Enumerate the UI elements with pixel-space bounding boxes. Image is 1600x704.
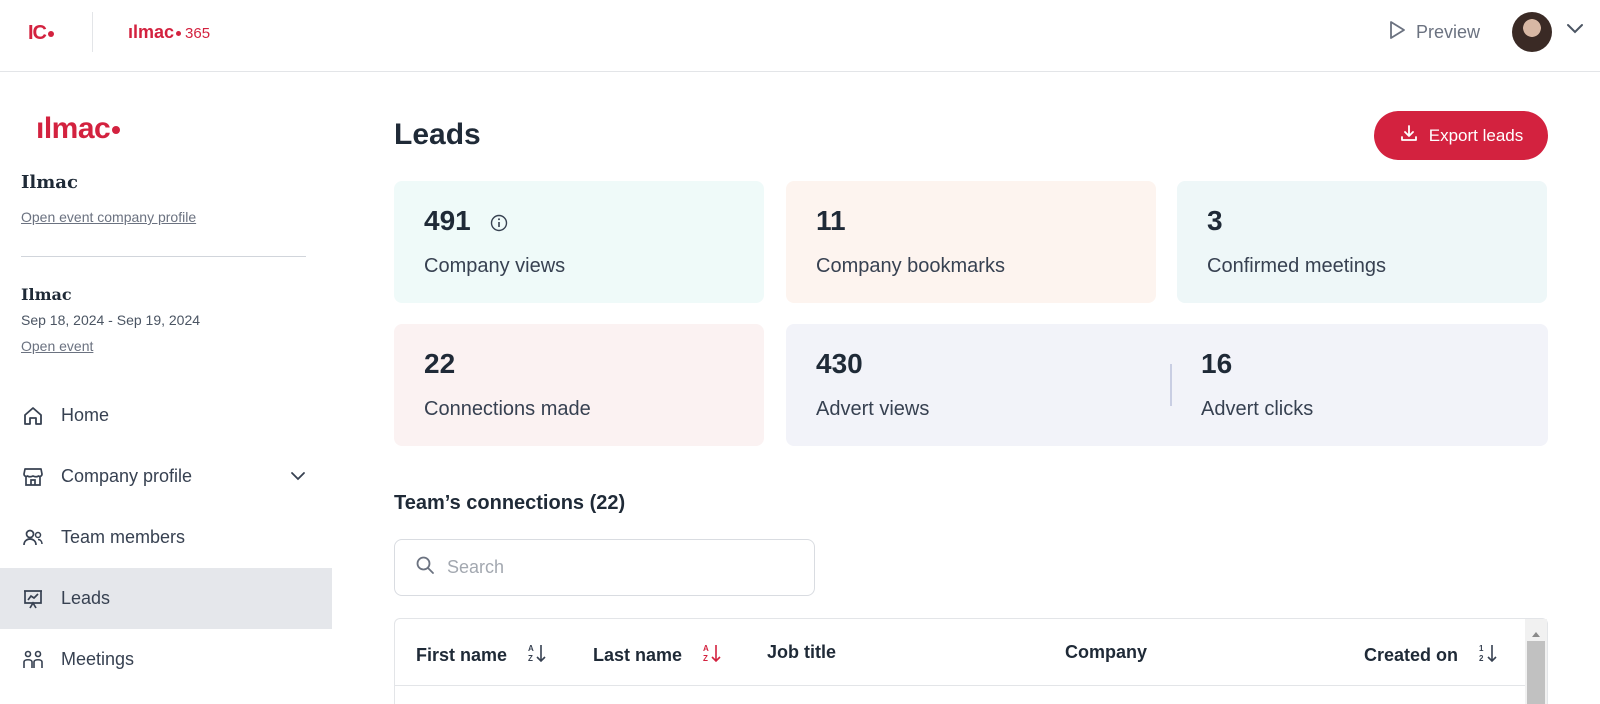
svg-text:2: 2 xyxy=(1479,654,1484,663)
stat-label: Confirmed meetings xyxy=(1207,255,1386,277)
logo-dot xyxy=(48,30,54,37)
column-created-on[interactable]: Created on 12 xyxy=(1364,642,1498,669)
info-icon[interactable] xyxy=(490,214,508,237)
ilmac-logo-text: ılmac xyxy=(36,112,111,145)
connections-section-title: Team’s connections (22) xyxy=(394,492,626,514)
open-event-link[interactable]: Open event xyxy=(21,338,93,354)
column-first-name[interactable]: First name AZ xyxy=(416,642,547,669)
column-label: Job title xyxy=(767,642,837,662)
logo-dot xyxy=(176,30,182,36)
column-label: Last name xyxy=(593,645,683,665)
stat-value: 491 xyxy=(424,205,471,236)
download-icon xyxy=(1399,123,1419,148)
connections-made-card: 22 Connections made xyxy=(394,324,764,446)
svg-text:Z: Z xyxy=(703,654,708,663)
topbar-divider xyxy=(92,12,93,52)
sort-numeric-icon[interactable]: 12 xyxy=(1478,642,1498,669)
sidebar-item-label: Company profile xyxy=(61,466,193,486)
stat-value: 11 xyxy=(816,205,846,236)
column-label: Created on xyxy=(1364,645,1459,665)
column-last-name[interactable]: Last name AZ xyxy=(593,642,722,669)
stat-label: Company bookmarks xyxy=(816,255,1005,277)
sidebar-item-label: Leads xyxy=(61,588,111,608)
svg-text:1: 1 xyxy=(1479,644,1484,653)
sidebar: ılmac Ilmac Open event company profile I… xyxy=(0,72,332,704)
stat-value: 16 xyxy=(1201,348,1233,379)
stat-label: Advert views xyxy=(816,398,930,420)
column-label: First name xyxy=(416,645,508,665)
export-leads-button[interactable]: Export leads xyxy=(1374,111,1548,160)
ilmac-logo-text: ılmac xyxy=(128,22,175,42)
stat-value: 22 xyxy=(424,348,456,379)
sidebar-item-home[interactable]: Home xyxy=(0,385,332,446)
event-name: Ilmac xyxy=(21,285,72,304)
top-bar: IC ılmac 365 Preview xyxy=(0,0,1600,72)
store-icon xyxy=(21,465,45,489)
sidebar-item-meetings[interactable]: Meetings xyxy=(0,629,332,690)
presentation-chart-icon xyxy=(21,587,45,611)
sidebar-item-team-members[interactable]: Team members xyxy=(0,507,332,568)
ilmac-logo: ılmac xyxy=(36,112,121,146)
sidebar-item-label: Meetings xyxy=(61,649,135,669)
meetings-icon xyxy=(21,648,45,672)
column-label: Company xyxy=(1065,642,1148,662)
export-leads-label: Export leads xyxy=(1428,125,1524,145)
logo-dot xyxy=(112,126,121,135)
preview-label: Preview xyxy=(1416,22,1481,42)
preview-button[interactable]: Preview xyxy=(1388,20,1480,45)
open-company-profile-link[interactable]: Open event company profile xyxy=(21,209,196,225)
avatar[interactable] xyxy=(1512,12,1552,52)
event-dates: Sep 18, 2024 - Sep 19, 2024 xyxy=(21,312,201,328)
svg-text:Z: Z xyxy=(528,654,533,663)
sidebar-item-label: Home xyxy=(61,405,110,425)
home-icon xyxy=(21,404,45,428)
connections-table: First name AZ Last name AZ Job title Com… xyxy=(394,618,1548,704)
stat-label: Company views xyxy=(424,255,566,277)
sort-az-icon[interactable]: AZ xyxy=(527,642,547,669)
brand-suffix: 365 xyxy=(185,25,211,42)
company-views-card: 491 Company views xyxy=(394,181,764,303)
chevron-down-icon[interactable] xyxy=(290,468,306,486)
ilmac-365-logo[interactable]: ılmac 365 xyxy=(128,22,210,43)
advert-stats-card: 430 Advert views 16 Advert clicks xyxy=(786,324,1548,446)
team-icon xyxy=(21,526,45,550)
table-scrollbar[interactable] xyxy=(1525,619,1547,704)
search-field[interactable] xyxy=(394,539,815,596)
sort-az-active-icon[interactable]: AZ xyxy=(702,642,722,669)
chevron-down-icon[interactable] xyxy=(1566,22,1584,40)
table-header: First name AZ Last name AZ Job title Com… xyxy=(395,619,1525,686)
play-icon xyxy=(1388,20,1406,45)
scrollbar-thumb[interactable] xyxy=(1527,641,1545,704)
search-input[interactable] xyxy=(447,557,787,578)
stat-label: Connections made xyxy=(424,398,591,420)
svg-text:A: A xyxy=(703,644,709,653)
stat-label: Advert clicks xyxy=(1201,398,1314,420)
column-company[interactable]: Company xyxy=(1065,642,1147,663)
svg-text:A: A xyxy=(528,644,534,653)
company-bookmarks-card: 11 Company bookmarks xyxy=(786,181,1156,303)
sidebar-divider xyxy=(21,256,306,257)
sidebar-item-label: Team members xyxy=(61,527,186,547)
sidebar-item-company-profile[interactable]: Company profile xyxy=(0,446,332,507)
ic-logo-text: IC xyxy=(28,22,47,44)
stat-value: 3 xyxy=(1207,205,1223,236)
advert-divider xyxy=(1170,364,1172,406)
company-name: Ilmac xyxy=(21,172,78,193)
ic-logo[interactable]: IC xyxy=(28,22,54,45)
column-job-title[interactable]: Job title xyxy=(767,642,836,663)
confirmed-meetings-card: 3 Confirmed meetings xyxy=(1177,181,1547,303)
page-title: Leads xyxy=(394,118,481,151)
stat-value: 430 xyxy=(816,348,863,379)
sidebar-item-leads[interactable]: Leads xyxy=(0,568,332,629)
search-icon xyxy=(415,555,435,580)
